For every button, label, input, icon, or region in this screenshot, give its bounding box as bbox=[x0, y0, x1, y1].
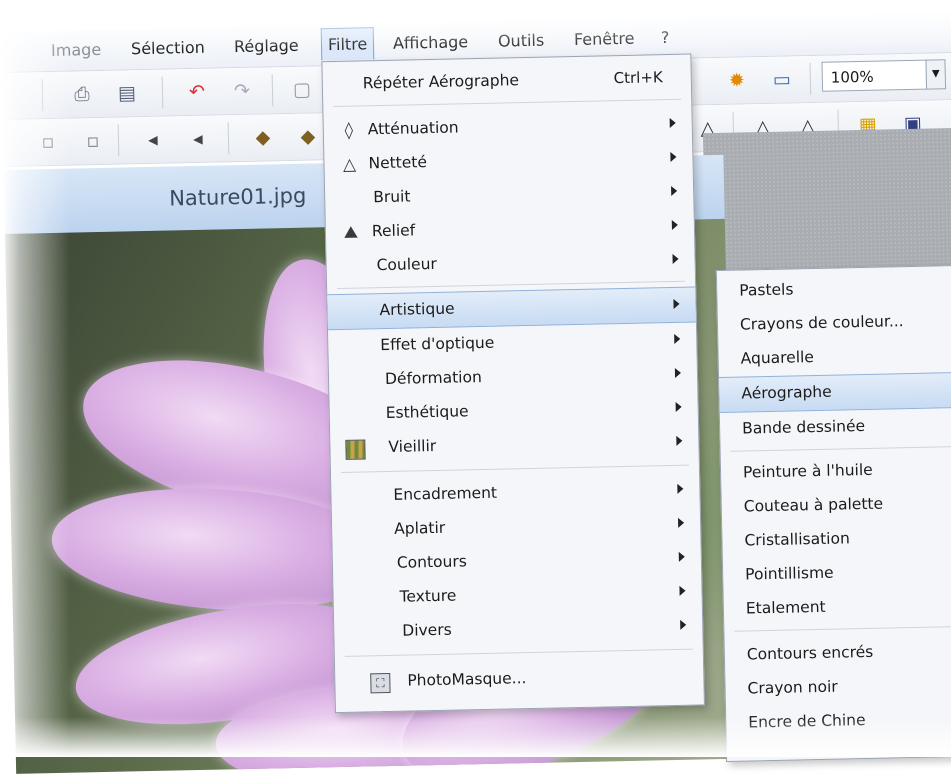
submenu-item-aerographe[interactable]: Aérographe bbox=[719, 371, 951, 414]
zoom-dropdown-arrow[interactable]: ▼ bbox=[925, 59, 947, 90]
print-icon[interactable]: ⎙ bbox=[67, 79, 98, 110]
artistique-submenu: Pastels Crayons de couleur... Aquarelle … bbox=[715, 264, 951, 762]
menu-separator bbox=[730, 445, 951, 452]
toolbar-separator bbox=[161, 76, 164, 109]
submenu-arrow-icon bbox=[669, 117, 676, 129]
submenu-arrow-icon bbox=[679, 585, 686, 596]
submenu-item-etalement[interactable]: Etalement bbox=[724, 588, 951, 627]
submenu-arrow-icon bbox=[670, 151, 677, 162]
submenu-arrow-icon bbox=[677, 517, 685, 528]
zoom-combobox[interactable]: 100% bbox=[821, 59, 928, 92]
submenu-item-crayon-noir[interactable]: Crayon noir bbox=[725, 668, 951, 707]
tool-brush-icon[interactable]: ◆ bbox=[248, 122, 279, 153]
submenu-arrow-icon bbox=[676, 435, 683, 446]
menu-selection[interactable]: Sélection bbox=[131, 38, 205, 59]
menu-separator bbox=[344, 648, 693, 657]
toolbar-separator bbox=[227, 122, 230, 155]
effects-icon[interactable]: ✹ bbox=[722, 65, 753, 96]
selection-intersect-icon[interactable]: ▫ bbox=[78, 126, 109, 157]
submenu-arrow-icon bbox=[678, 551, 685, 562]
menu-separator bbox=[340, 464, 689, 473]
submenu-arrow-icon bbox=[673, 298, 680, 309]
submenu-item-couteau-palette[interactable]: Couteau à palette bbox=[721, 486, 951, 525]
selection-add-icon[interactable]: ▫ bbox=[33, 127, 64, 158]
submenu-item-pointillisme[interactable]: Pointillisme bbox=[723, 554, 951, 593]
redo-icon[interactable]: ↷ bbox=[227, 76, 258, 107]
toolbar-separator bbox=[809, 63, 812, 96]
photomasque-icon: ⛶ bbox=[369, 671, 391, 694]
menu-help[interactable]: ? bbox=[661, 28, 670, 47]
relief-icon: ⛰ bbox=[343, 222, 359, 243]
menu-item-vieillir[interactable]: Vieillir bbox=[330, 424, 699, 466]
brush-minus-icon[interactable]: ◂ bbox=[138, 125, 169, 156]
submenu-item-crayons-couleur[interactable]: Crayons de couleur... bbox=[718, 304, 951, 343]
menu-reglage[interactable]: Réglage bbox=[234, 36, 299, 56]
undo-icon[interactable]: ↶ bbox=[182, 77, 213, 108]
menu-image[interactable]: Image bbox=[51, 40, 101, 60]
submenu-arrow-icon bbox=[674, 367, 682, 378]
menu-item-divers[interactable]: Divers bbox=[334, 608, 703, 650]
document-title: Nature01.jpg bbox=[168, 183, 307, 211]
submenu-item-cristallisation[interactable]: Cristallisation bbox=[722, 520, 951, 559]
submenu-item-contours-encres[interactable]: Contours encrés bbox=[725, 634, 951, 673]
menu-item-couleur[interactable]: Couleur bbox=[326, 243, 695, 285]
menu-item-repeat[interactable]: Répéter Aérographe Ctrl+K bbox=[323, 61, 692, 103]
submenu-arrow-icon bbox=[674, 333, 681, 344]
submenu-arrow-icon bbox=[677, 483, 684, 494]
submenu-item-pastels[interactable]: Pastels bbox=[717, 270, 951, 309]
filtre-menu: Répéter Aérographe Ctrl+K ◊ Atténuation … bbox=[321, 53, 705, 714]
menu-outils[interactable]: Outils bbox=[498, 31, 545, 51]
submenu-item-aquarelle[interactable]: Aquarelle bbox=[718, 338, 951, 377]
window-icon[interactable]: ▭ bbox=[767, 64, 798, 95]
brush-plus-icon[interactable]: ◂ bbox=[183, 124, 214, 155]
submenu-item-bande-dessinee[interactable]: Bande dessinée bbox=[720, 408, 951, 447]
workspace-background bbox=[702, 127, 951, 274]
menu-separator bbox=[734, 625, 951, 632]
toolbar-separator bbox=[271, 74, 274, 107]
menu-item-photomasque[interactable]: ⛶ PhotoMasque... bbox=[335, 658, 704, 700]
crop-icon[interactable]: ▢ bbox=[287, 74, 318, 105]
submenu-arrow-icon bbox=[671, 185, 678, 196]
shortcut-label: Ctrl+K bbox=[613, 68, 663, 88]
submenu-arrow-icon bbox=[672, 253, 679, 264]
menu-fenetre[interactable]: Fenêtre bbox=[574, 29, 635, 49]
tool-brush2-icon[interactable]: ◆ bbox=[293, 121, 324, 152]
toolbar-separator bbox=[41, 79, 44, 112]
app-window: Image Sélection Réglage Filtre Affichage… bbox=[0, 0, 951, 774]
submenu-arrow-icon bbox=[671, 219, 678, 230]
menu-affichage[interactable]: Affichage bbox=[393, 32, 469, 53]
submenu-item-peinture-huile[interactable]: Peinture à l'huile bbox=[721, 452, 951, 491]
drop-icon: ◊ bbox=[344, 120, 354, 141]
vieillir-icon bbox=[344, 437, 366, 460]
submenu-arrow-icon bbox=[680, 619, 687, 630]
sharpen-icon: △ bbox=[342, 154, 357, 175]
submenu-arrow-icon bbox=[675, 401, 682, 412]
toolbar-separator bbox=[117, 124, 120, 157]
submenu-item-encre-chine[interactable]: Encre de Chine bbox=[726, 702, 951, 741]
menu-filtre[interactable]: Filtre bbox=[320, 27, 375, 61]
scanner-icon[interactable]: ▤ bbox=[112, 78, 143, 109]
